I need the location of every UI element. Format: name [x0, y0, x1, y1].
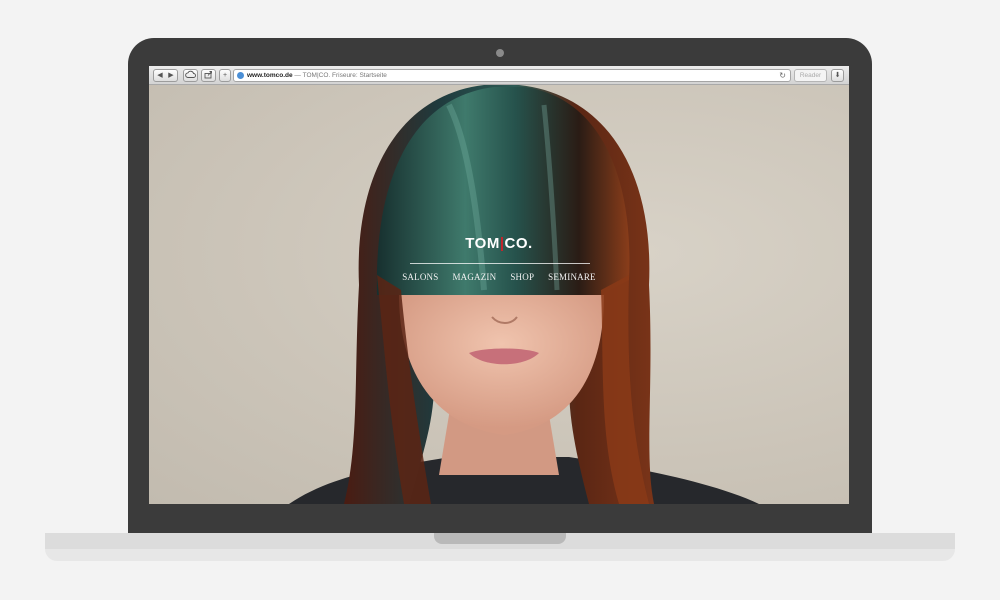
nav-divider	[410, 263, 590, 264]
main-nav: SALONS MAGAZIN SHOP SEMINARE	[399, 272, 599, 282]
nav-item-shop[interactable]: SHOP	[510, 272, 534, 282]
reader-button[interactable]: Reader	[794, 69, 827, 82]
plus-icon: +	[222, 72, 228, 79]
download-icon: ⬇	[834, 72, 841, 79]
address-page-title: TOM|CO. Friseure: Startseite	[302, 72, 387, 79]
site-logo[interactable]: TOM|CO.	[149, 235, 849, 252]
address-text: www.tomco.de — TOM|CO. Friseure: Startse…	[247, 70, 387, 81]
address-url: www.tomco.de	[247, 72, 293, 79]
camera-icon	[496, 49, 504, 57]
share-button[interactable]	[201, 69, 216, 82]
add-bookmark-button[interactable]: +	[219, 69, 231, 82]
nav-item-seminare[interactable]: SEMINARE	[548, 272, 596, 282]
share-icon	[204, 71, 212, 79]
laptop-opening-notch	[434, 533, 566, 544]
nav-item-salons[interactable]: SALONS	[402, 272, 438, 282]
logo-text-right: CO.	[504, 235, 533, 252]
webpage-hero: TOM|CO. SALONS MAGAZIN SHOP SEMINARE	[149, 85, 849, 504]
address-separator: —	[292, 72, 303, 79]
browser-toolbar: ◀ ▶ + www.tomco.de — TOM|CO. Friseure: S…	[149, 66, 849, 85]
nav-item-magazin[interactable]: MAGAZIN	[452, 272, 496, 282]
globe-icon	[237, 72, 244, 79]
logo-text-left: TOM	[465, 235, 500, 252]
forward-arrow-icon: ▶	[168, 72, 174, 79]
address-bar[interactable]: www.tomco.de — TOM|CO. Friseure: Startse…	[233, 69, 791, 82]
reload-icon[interactable]: ↻	[779, 70, 786, 81]
hero-photo	[289, 85, 759, 504]
icloud-tabs-button[interactable]	[183, 69, 198, 82]
downloads-button[interactable]: ⬇	[831, 69, 844, 82]
back-arrow-icon: ◀	[157, 72, 163, 79]
laptop-base-shadow	[45, 549, 955, 561]
cloud-icon	[185, 70, 196, 78]
forward-button[interactable]: ▶	[165, 69, 178, 82]
laptop-screen: ◀ ▶ + www.tomco.de — TOM|CO. Friseure: S…	[149, 66, 849, 504]
